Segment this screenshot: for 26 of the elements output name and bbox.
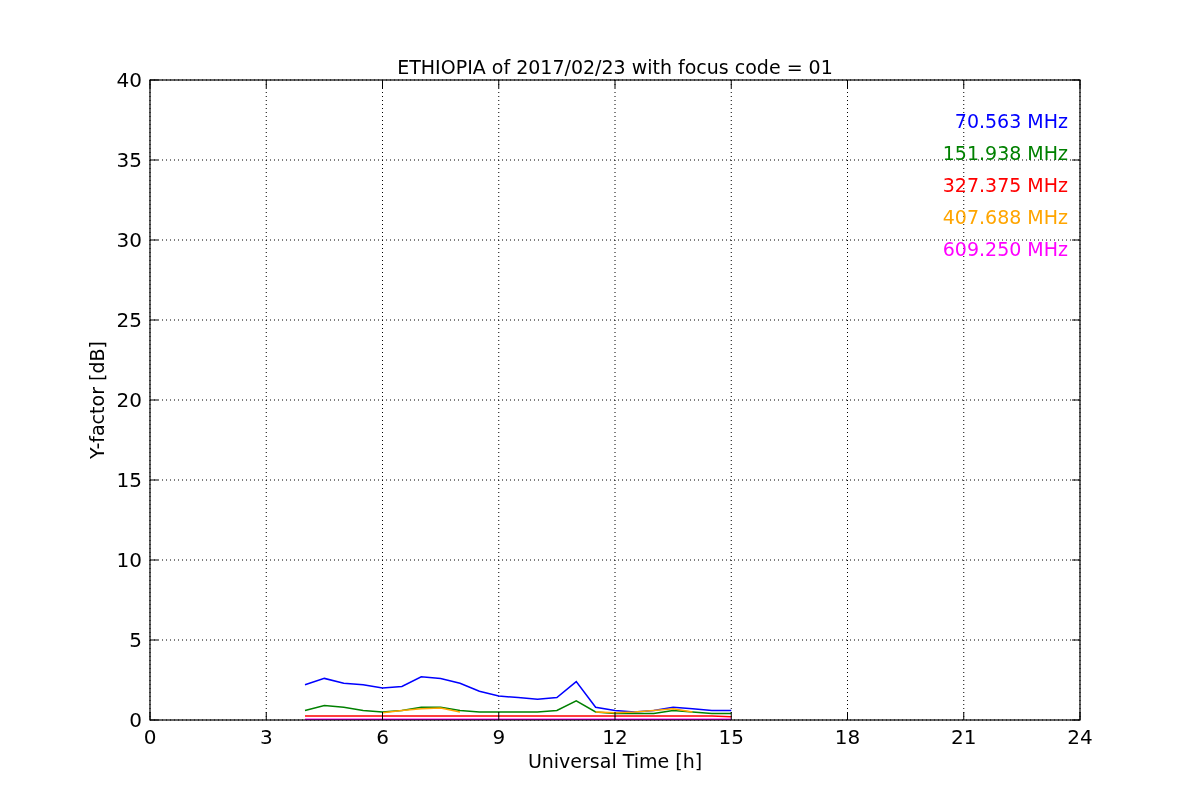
tick-label: 24 <box>1067 725 1093 749</box>
tick-label: 20 <box>116 388 142 412</box>
tick-label: 9 <box>492 725 506 749</box>
chart-title: ETHIOPIA of 2017/02/23 with focus code = 01 <box>397 56 833 78</box>
tick-label: 3 <box>259 725 273 749</box>
tick-label: 40 <box>116 68 142 92</box>
tick-label: 0 <box>129 708 142 732</box>
legend-label: 327.375 MHz <box>942 174 1068 196</box>
tick-label: 30 <box>116 228 142 252</box>
legend-label: 609.250 MHz <box>942 238 1068 260</box>
tick-label: 18 <box>834 725 861 749</box>
legend-label: 407.688 MHz <box>942 206 1068 228</box>
tick-label: 25 <box>116 308 142 332</box>
tick-label: 5 <box>129 628 142 652</box>
tick-label: 15 <box>718 725 744 749</box>
axis-label: Y-factor [dB] <box>86 341 108 459</box>
legend-label: 70.563 MHz <box>954 110 1068 132</box>
axis-label: Universal Time [h] <box>527 750 703 772</box>
tick-label: 12 <box>602 725 628 749</box>
tick-label: 35 <box>116 148 142 172</box>
tick-label: 10 <box>116 548 142 572</box>
legend-label: 151.938 MHz <box>942 142 1068 164</box>
tick-label: 15 <box>116 468 142 492</box>
tick-label: 0 <box>143 725 157 749</box>
tick-label: 6 <box>376 725 389 749</box>
tick-label: 21 <box>951 725 977 749</box>
